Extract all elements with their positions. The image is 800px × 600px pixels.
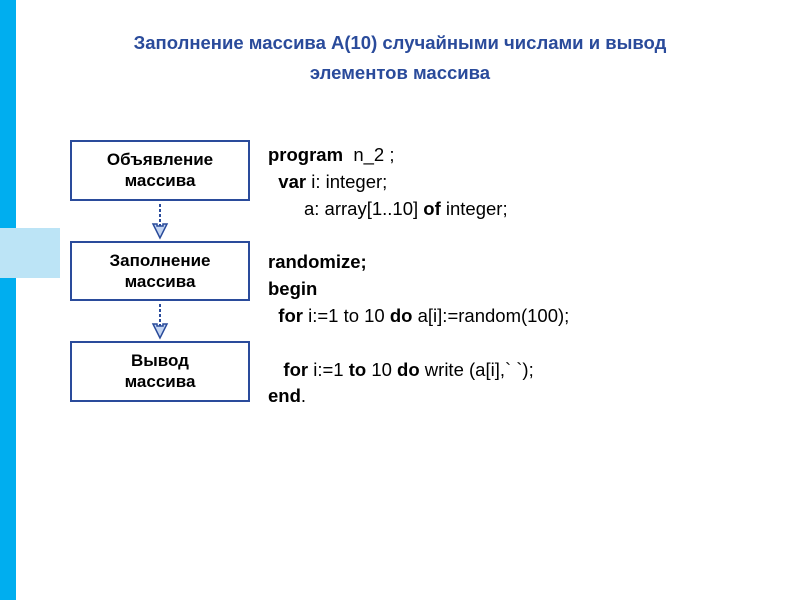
kw-program: program (268, 144, 343, 165)
kw-randomize: randomize; (268, 251, 367, 272)
code-text: integer; (441, 198, 508, 219)
code-text: i:=1 to 10 (303, 305, 390, 326)
box-line: массива (125, 171, 196, 190)
code-block: program n_2 ; var i: integer; a: array[1… (268, 142, 569, 410)
code-text: 10 (366, 359, 397, 380)
code-text: i:=1 (308, 359, 349, 380)
title-line1: Заполнение массива A(10) случайными числ… (134, 32, 667, 53)
kw-for: for (268, 305, 303, 326)
kw-var: var (268, 171, 306, 192)
code-text: . (301, 385, 306, 406)
box-declare-array: Объявление массива (70, 140, 250, 201)
box-line: массива (125, 372, 196, 391)
box-fill-array: Заполнение массива (70, 241, 250, 302)
kw-do: do (390, 305, 413, 326)
box-line: Объявление (107, 150, 213, 169)
code-text: n_2 ; (343, 144, 394, 165)
kw-do: do (397, 359, 420, 380)
left-accent-block (0, 228, 60, 278)
box-line: Вывод (131, 351, 189, 370)
slide-title: Заполнение массива A(10) случайными числ… (30, 28, 770, 87)
flowchart: Объявление массива Заполнение массива Вы… (70, 140, 250, 402)
kw-to: to (349, 359, 366, 380)
code-text: i: integer; (306, 171, 387, 192)
box-line: Заполнение (109, 251, 210, 270)
title-line2: элементов массива (30, 58, 770, 88)
code-text: a[i]:=random(100); (412, 305, 569, 326)
arrow-down-icon (70, 201, 250, 241)
kw-for: for (268, 359, 308, 380)
kw-of: of (423, 198, 440, 219)
arrow-down-icon (70, 301, 250, 341)
left-stripe (0, 0, 16, 600)
code-text: write (a[i],` `); (420, 359, 534, 380)
box-line: массива (125, 272, 196, 291)
box-output-array: Вывод массива (70, 341, 250, 402)
kw-end: end (268, 385, 301, 406)
code-text: a: array[1..10] (268, 198, 423, 219)
kw-begin: begin (268, 278, 317, 299)
